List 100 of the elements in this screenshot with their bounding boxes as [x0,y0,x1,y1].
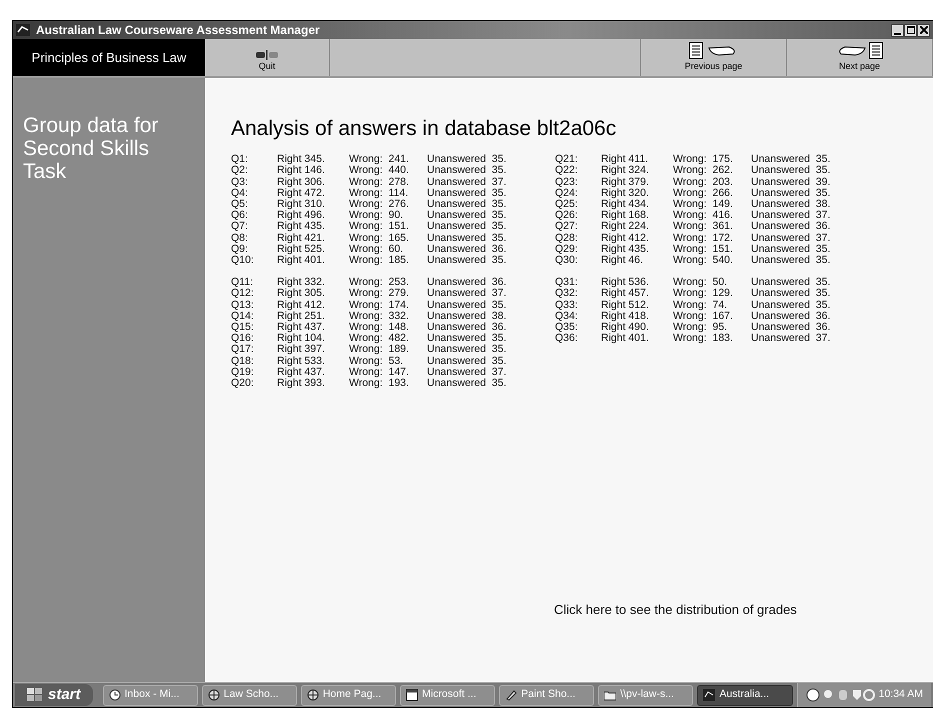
question-label: Q35: [555,322,579,334]
question-label: Q9: [231,244,249,256]
question-label: Q29: [555,244,579,256]
distribution-link[interactable]: Click here to see the distribution of grades [554,600,797,620]
wrong-count: Wrong: 147. [349,366,410,378]
unanswered-count: Unanswered 35. [427,221,506,233]
right-count: Right 411. [601,154,650,166]
wrong-count: Wrong: 279. [349,288,410,300]
wrong-count: Wrong: 174. [349,300,410,311]
right-count: Right 104. [277,333,326,344]
maximize-button[interactable] [904,24,917,36]
question-label: Q32: [555,288,579,300]
globe-icon [208,689,220,701]
right-count: Right 305. [277,288,326,300]
wrong-count: Wrong: 278. [349,176,410,188]
question-label: Q13: [231,300,255,311]
unanswered-count: Unanswered 35. [427,356,506,367]
app-icon [703,689,716,701]
question-label: Q4: [231,188,249,199]
clock-text: 10:34 AM [878,687,923,702]
wrong-count: Wrong: 172. [673,232,734,244]
question-label: Q1: [231,154,249,166]
wrong-count: Wrong: 540. [673,255,734,266]
unanswered-count: Unanswered 38. [751,199,830,210]
taskbar-button[interactable]: Australia... [697,684,793,706]
app-icon [16,24,30,36]
question-label: Q21: [555,154,579,166]
right-count: Right 397. [277,344,326,356]
wrong-count: Wrong: 165. [349,232,410,244]
wrong-count: Wrong: 193. [349,378,410,390]
right-count: Right 332. [277,277,326,288]
wrong-count: Wrong: 361. [673,221,734,233]
question-label: Q18: [231,356,255,367]
unanswered-count: Unanswered 35. [751,277,830,288]
right-count: Right 393. [277,378,326,390]
unanswered-count: Unanswered 35. [427,378,506,390]
question-label: Q10: [231,255,255,266]
unanswered-count: Unanswered 35. [751,154,830,166]
folder-icon [604,689,616,701]
unanswered-count: Unanswered 35. [751,188,830,199]
question-label: Q28: [555,232,579,244]
question-label: Q17: [231,344,255,356]
right-count: Right 345. [277,154,326,166]
unanswered-count: Unanswered 36. [427,322,506,334]
right-count: Right 168. [601,210,650,222]
unanswered-count: Unanswered 35. [751,288,830,300]
question-label: Q7: [231,221,249,233]
minimize-icon [894,32,901,34]
unanswered-count: Unanswered 38. [427,310,506,322]
wrong-count: Wrong: 129. [673,288,734,300]
wrong-count: Wrong: 262. [673,165,734,177]
minimize-button[interactable] [891,24,904,36]
wrong-count: Wrong: 90. [349,210,404,222]
right-count: Right 306. [277,176,326,188]
question-label: Q11: [231,277,254,288]
question-label: Q8: [231,232,249,244]
unanswered-count: Unanswered 35. [427,344,506,356]
question-label: Q30: [555,255,579,266]
brush-icon [505,689,518,701]
question-label: Q26: [555,210,579,222]
unanswered-count: Unanswered 37. [751,232,830,244]
question-label: Q15: [231,322,255,334]
right-count: Right 437. [277,366,326,378]
right-count: Right 324. [601,165,650,177]
start-button[interactable]: start [15,684,93,706]
question-label: Q3: [231,176,249,188]
right-count: Right 457. [601,288,650,300]
windows-logo-icon [27,688,43,702]
unanswered-count: Unanswered 37. [751,333,830,344]
wrong-count: Wrong: 185. [349,255,410,266]
wrong-count: Wrong: 416. [673,210,734,222]
wrong-count: Wrong: 151. [349,221,410,233]
question-label: Q33: [555,300,579,311]
unanswered-count: Unanswered 37. [427,366,506,378]
question-label: Q5: [231,199,249,210]
right-count: Right 401. [277,255,326,266]
sidebar-heading: Group data for Second Skills Task [23,114,160,183]
wrong-count: Wrong: 332. [349,310,410,322]
right-count: Right 401. [601,333,650,344]
unanswered-count: Unanswered 35. [427,199,506,210]
question-label: Q34: [555,310,579,322]
page-heading: Analysis of answers in database blt2a06c [231,116,618,142]
unanswered-count: Unanswered 35. [751,244,830,255]
question-label: Q2: [231,165,249,177]
question-label: Q20: [231,378,255,390]
right-count: Right 435. [601,244,650,256]
window-icon [406,689,418,701]
unanswered-count: Unanswered 37. [751,210,830,222]
unanswered-count: Unanswered 35. [427,232,506,244]
right-count: Right 525. [277,244,326,256]
wrong-count: Wrong: 189. [349,344,410,356]
right-count: Right 379. [601,176,650,188]
right-count: Right 224. [601,221,650,233]
unanswered-count: Unanswered 36. [751,310,830,322]
wrong-count: Wrong: 241. [349,154,410,166]
wrong-count: Wrong: 149. [673,199,734,210]
unanswered-count: Unanswered 36. [427,277,506,288]
question-label: Q14: [231,310,255,322]
right-count: Right 490. [601,322,650,334]
close-button[interactable] [917,24,930,36]
